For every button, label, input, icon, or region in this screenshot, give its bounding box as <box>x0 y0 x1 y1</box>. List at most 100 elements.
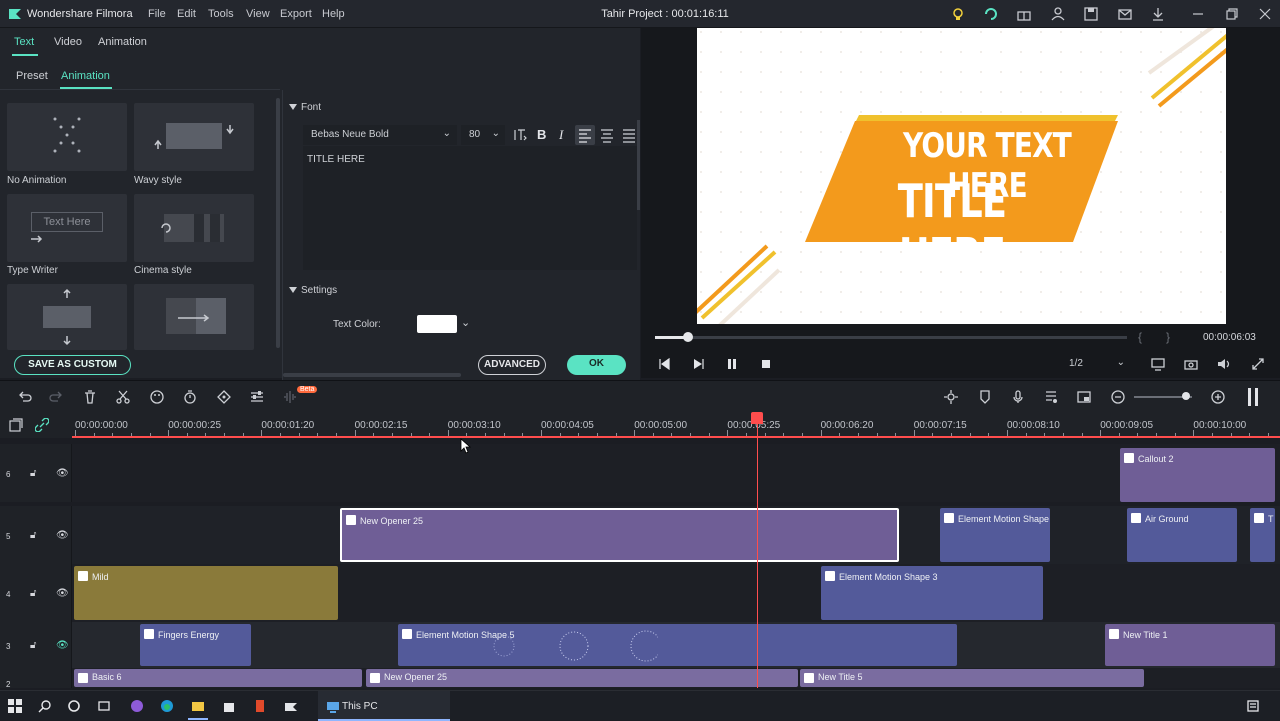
subtab-animation[interactable]: Animation <box>61 70 110 82</box>
step-back-icon[interactable] <box>657 357 671 371</box>
ok-button[interactable]: OK <box>567 355 626 375</box>
menu-view[interactable]: View <box>246 8 270 20</box>
clip-basic-6[interactable]: Basic 6 <box>74 669 362 687</box>
italic-button[interactable]: I <box>559 127 563 143</box>
font-family-select[interactable]: Bebas Neue Bold ⌄ <box>303 125 457 145</box>
clip-callout-2[interactable]: Callout 2 <box>1120 448 1275 502</box>
playback-track[interactable] <box>655 332 1127 342</box>
menu-tools[interactable]: Tools <box>208 8 234 20</box>
save-as-custom-button[interactable]: SAVE AS CUSTOM <box>14 355 131 375</box>
caret-down-icon[interactable] <box>289 286 297 294</box>
clip-mild[interactable]: Mild <box>74 566 338 620</box>
messenger-icon[interactable] <box>130 699 144 713</box>
preset-wavy-style[interactable] <box>134 103 254 171</box>
lock-icon[interactable]: 🔓︎ <box>30 530 36 541</box>
microphone-icon[interactable] <box>1010 389 1026 405</box>
preset-cinema-style[interactable] <box>134 194 254 262</box>
minimize-icon[interactable] <box>1190 6 1206 22</box>
clip-new-title-1[interactable]: New Title 1 <box>1105 624 1275 666</box>
font-size-select[interactable]: 80 ⌄ <box>461 125 505 145</box>
tab-text[interactable]: Text <box>14 36 34 48</box>
lock-icon[interactable]: 🔓︎ <box>30 468 36 479</box>
undo-icon[interactable] <box>16 389 32 405</box>
delete-icon[interactable] <box>82 389 98 405</box>
clip-air-ground[interactable]: Air Ground <box>1127 508 1237 562</box>
menu-edit[interactable]: Edit <box>177 8 196 20</box>
zoom-in-icon[interactable] <box>1210 389 1226 405</box>
playhead-line[interactable] <box>757 422 758 688</box>
menu-file[interactable]: File <box>148 8 166 20</box>
speed-timer-icon[interactable] <box>182 389 198 405</box>
timeline-ruler[interactable]: 00:00:00:00 00:00:00:25 00:00:01:20 00:00:0… <box>0 412 1280 438</box>
taskbar-explorer-window[interactable]: This PC <box>318 691 450 721</box>
split-scissors-icon[interactable] <box>115 389 131 405</box>
tab-animation[interactable]: Animation <box>98 36 147 48</box>
eye-icon[interactable]: 👁︎ <box>56 588 69 599</box>
bold-button[interactable]: B <box>537 127 546 142</box>
monitor-icon[interactable] <box>1150 356 1166 372</box>
gift-icon[interactable] <box>1016 6 1032 22</box>
fullscreen-icon[interactable] <box>1250 356 1266 372</box>
presets-scrollbar[interactable] <box>276 98 280 348</box>
windows-start-icon[interactable] <box>8 699 22 713</box>
account-icon[interactable] <box>1050 6 1066 22</box>
office-icon[interactable] <box>253 699 267 713</box>
close-icon[interactable] <box>1257 6 1273 22</box>
zoom-slider-handle[interactable] <box>1182 392 1190 400</box>
eye-hidden-icon[interactable]: 👁︎ <box>56 640 69 651</box>
menu-export[interactable]: Export <box>280 8 312 20</box>
mark-in-icon[interactable]: { <box>1138 330 1142 344</box>
eye-icon[interactable]: 👁︎ <box>56 468 69 479</box>
quality-select[interactable]: 1/2 ⌄ <box>1061 354 1131 374</box>
adjust-sliders-icon[interactable] <box>249 389 265 405</box>
zoom-slider[interactable] <box>1134 392 1192 400</box>
panel-toggle-icon[interactable] <box>1248 388 1258 406</box>
filmora-taskbar-icon[interactable] <box>284 699 298 713</box>
clip-truncated[interactable]: T <box>1250 508 1275 562</box>
audio-wave-icon[interactable] <box>282 389 298 405</box>
sync-icon[interactable] <box>983 6 999 22</box>
clip-new-opener-25-selected[interactable]: New Opener 25 <box>340 508 899 562</box>
mark-out-icon[interactable]: } <box>1166 330 1170 344</box>
mail-icon[interactable] <box>1117 6 1133 22</box>
align-left-button[interactable] <box>575 125 595 145</box>
search-icon[interactable] <box>38 699 52 713</box>
align-right-icon[interactable] <box>619 125 639 145</box>
preset-type-writer[interactable]: Text Here <box>7 194 127 262</box>
notification-icon[interactable] <box>1246 699 1260 713</box>
color-palette-icon[interactable] <box>149 389 165 405</box>
pip-icon[interactable] <box>1076 389 1092 405</box>
download-icon[interactable] <box>1150 6 1166 22</box>
cortana-icon[interactable] <box>67 699 81 713</box>
clip-new-title-5[interactable]: New Title 5 <box>800 669 1144 687</box>
caret-down-icon[interactable] <box>289 103 297 111</box>
preview-canvas[interactable]: YOUR TEXT HERE TITLE HERE <box>697 28 1226 324</box>
preset-slide-vertical[interactable] <box>7 284 127 350</box>
add-track-icon[interactable] <box>9 418 23 432</box>
clip-fingers-energy[interactable]: Fingers Energy <box>140 624 251 666</box>
store-icon[interactable] <box>222 699 236 713</box>
tab-video[interactable]: Video <box>54 36 82 48</box>
preset-slide-horizontal[interactable] <box>134 284 254 350</box>
align-center-icon[interactable] <box>597 125 617 145</box>
settings-h-scrollbar[interactable] <box>283 373 461 377</box>
edge-icon[interactable] <box>160 699 174 713</box>
render-gear-icon[interactable] <box>943 389 959 405</box>
save-icon[interactable] <box>1083 6 1099 22</box>
lock-icon[interactable]: 🔓︎ <box>30 588 36 599</box>
clip-element-motion-shape-1[interactable]: Element Motion Shape 1 <box>940 508 1050 562</box>
link-icon[interactable] <box>35 418 49 432</box>
eye-icon[interactable]: 👁︎ <box>56 530 69 541</box>
pause-icon[interactable] <box>725 357 739 371</box>
playback-scrubber[interactable] <box>683 332 694 342</box>
stop-icon[interactable] <box>759 357 773 371</box>
font-pane-scrollbar[interactable] <box>637 120 640 210</box>
title-text-input[interactable]: TITLE HERE <box>303 146 637 270</box>
clip-new-opener-25[interactable]: New Opener 25 <box>366 669 798 687</box>
clip-element-motion-shape-3[interactable]: Element Motion Shape 3 <box>821 566 1043 620</box>
file-explorer-icon[interactable] <box>191 699 205 713</box>
text-spacing-icon[interactable] <box>513 128 527 142</box>
redo-icon[interactable] <box>49 389 65 405</box>
play-icon[interactable] <box>691 357 705 371</box>
lock-icon[interactable]: 🔓︎ <box>30 640 36 651</box>
